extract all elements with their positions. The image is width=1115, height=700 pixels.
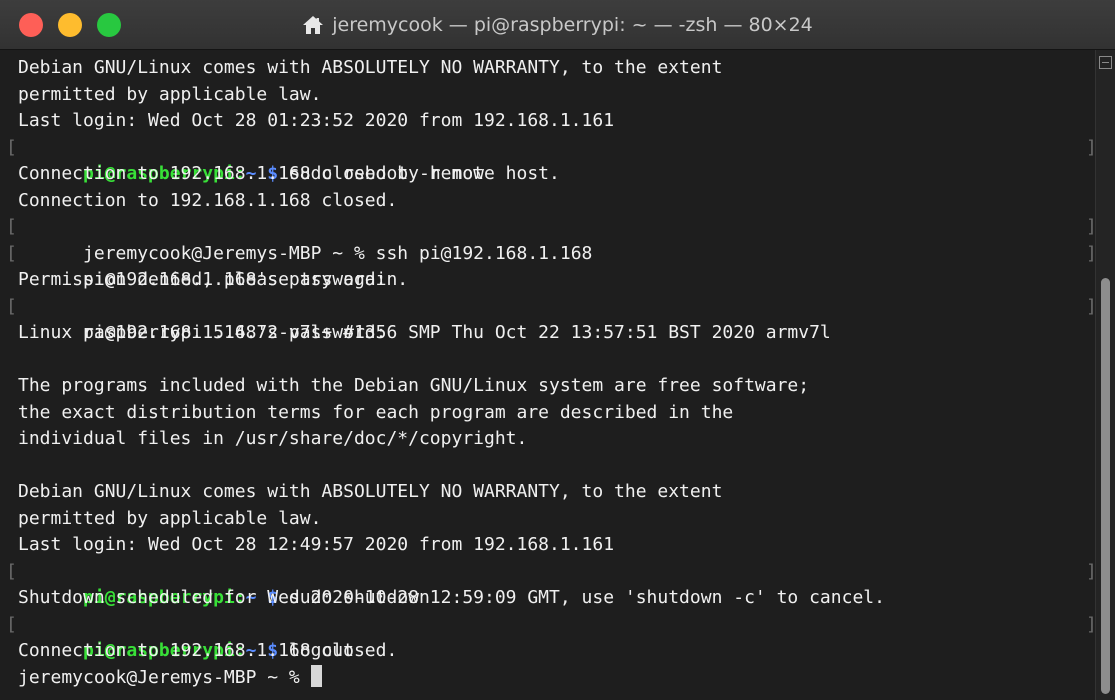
bookmark-icon[interactable]: [1099, 56, 1112, 69]
terminal-line: Permission denied, please try again.: [18, 269, 409, 290]
terminal-line: Last login: Wed Oct 28 01:23:52 2020 fro…: [18, 110, 615, 131]
terminal-line: Debian GNU/Linux comes with ABSOLUTELY N…: [18, 481, 723, 502]
line-mark-open: [: [6, 295, 17, 317]
line-mark-close: ]: [1086, 612, 1095, 639]
terminal-line: Connection to 192.168.1.168 closed.: [18, 189, 398, 211]
line-mark-close: ]: [1086, 241, 1095, 268]
line-mark-close: ]: [1086, 135, 1095, 162]
terminal-input-line[interactable]: jeremycook@Jeremys-MBP ~ %: [18, 664, 1095, 692]
terminal-prompt-line: [pi@raspberrypi:~ $ sudo shutdown ]: [6, 559, 1095, 609]
line-mark-close: ]: [1086, 559, 1095, 586]
line-mark-open: [: [6, 560, 17, 582]
window-title-text: jeremycook — pi@raspberrypi: ~ — -zsh — …: [332, 14, 813, 36]
terminal-prompt-line: [pi@raspberrypi:~ $ sudo reboot -h now ]: [6, 135, 1095, 185]
terminal-line: the exact distribution terms for each pr…: [18, 401, 734, 423]
terminal-line: permitted by applicable law.: [18, 507, 322, 529]
line-mark-open: [: [6, 242, 17, 264]
window-title: jeremycook — pi@raspberrypi: ~ — -zsh — …: [0, 0, 1115, 50]
terminal-prompt-line: [jeremycook@Jeremys-MBP ~ % ssh pi@192.1…: [6, 214, 1095, 264]
terminal-line: Connection to 192.168.1.168 closed.: [18, 640, 398, 661]
title-bar[interactable]: jeremycook — pi@raspberrypi: ~ — -zsh — …: [0, 0, 1115, 50]
line-mark-open: [: [6, 613, 17, 635]
vertical-scrollbar[interactable]: [1095, 50, 1115, 700]
terminal-prompt-line: [pi@192.168.1.168's password: ]: [6, 294, 1095, 344]
home-icon: [302, 15, 324, 35]
terminal-line: The programs included with the Debian GN…: [18, 375, 810, 396]
line-mark-open: [: [6, 136, 17, 158]
terminal-line: Linux raspberrypi 5.4.72-v7l+ #1356 SMP …: [18, 322, 831, 343]
terminal-line: Last login: Wed Oct 28 12:49:57 2020 fro…: [18, 534, 615, 555]
terminal-line: individual files in /usr/share/doc/*/cop…: [18, 428, 528, 449]
terminal-line: permitted by applicable law.: [18, 83, 322, 105]
current-prompt: jeremycook@Jeremys-MBP ~ %: [18, 666, 311, 688]
terminal-output[interactable]: Debian GNU/Linux comes with ABSOLUTELY N…: [0, 50, 1095, 700]
line-mark-open: [: [6, 216, 17, 237]
text-cursor: [310, 664, 322, 687]
terminal-line: Debian GNU/Linux comes with ABSOLUTELY N…: [18, 57, 723, 78]
terminal-line: Connection to 192.168.1.168 closed by re…: [18, 163, 560, 184]
terminal-window: jeremycook — pi@raspberrypi: ~ — -zsh — …: [0, 0, 1115, 700]
line-mark-close: ]: [1086, 294, 1095, 321]
scrollbar-thumb[interactable]: [1101, 278, 1110, 694]
line-mark-close: ]: [1086, 214, 1095, 241]
terminal-prompt-line: [pi@raspberrypi:~ $ logout ]: [6, 612, 1095, 662]
terminal-line: Shutdown scheduled for Wed 2020-10-28 12…: [18, 587, 885, 608]
terminal-prompt-line: [pi@192.168.1.168's password: ]: [6, 241, 1095, 291]
